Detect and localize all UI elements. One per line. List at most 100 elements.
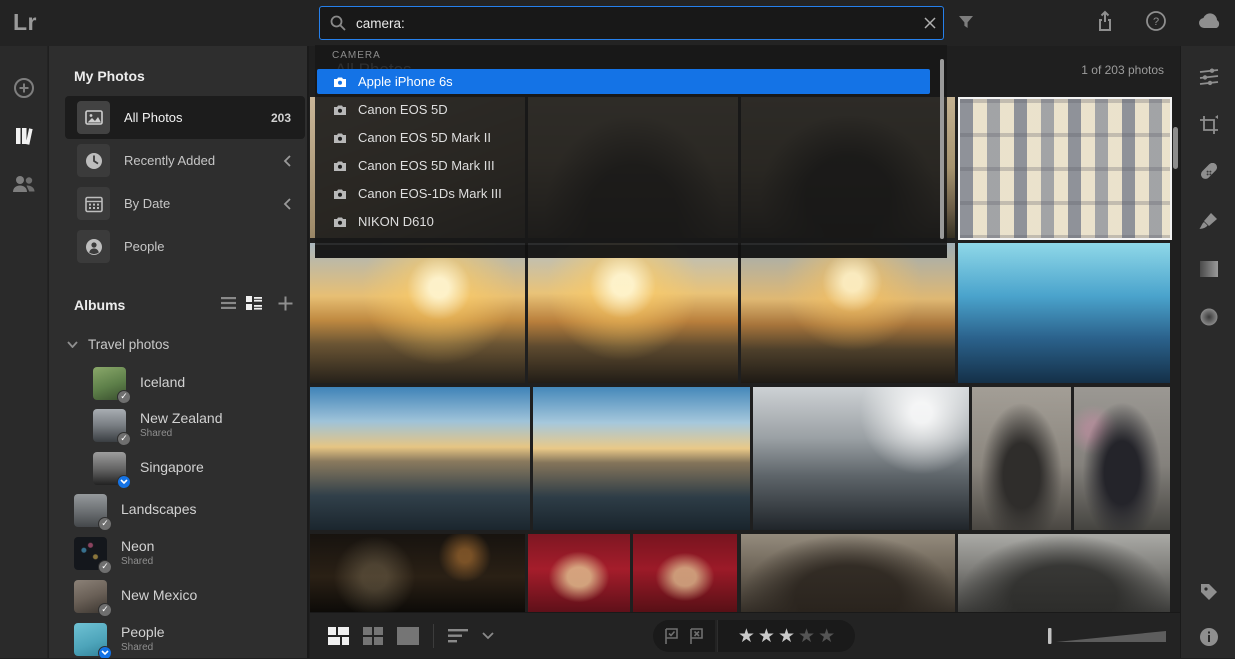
grid-scrollbar[interactable]	[1173, 127, 1178, 169]
photo-thumbnail[interactable]	[741, 534, 955, 612]
search-suggestions-dropdown: CAMERA Apple iPhone 6s Canon EOS 5D Cano…	[315, 45, 947, 258]
album-row-landscapes[interactable]: ✓ Landscapes 15	[74, 490, 309, 530]
help-icon[interactable]: ?	[1145, 10, 1167, 32]
square-grid-view-icon[interactable]	[363, 627, 383, 645]
photo-thumbnail[interactable]	[958, 243, 1170, 383]
photo-thumbnail[interactable]	[310, 534, 525, 612]
search-box[interactable]	[319, 6, 944, 40]
album-row-neon[interactable]: ✓ Neon Shared 7	[74, 533, 309, 573]
album-name: Singapore	[140, 459, 204, 475]
pick-flag-icon[interactable]	[664, 628, 679, 644]
suggestion-canon-eos-5d-mark-ii[interactable]: Canon EOS 5D Mark II	[317, 125, 930, 150]
shared-label: Shared	[121, 642, 309, 653]
album-row-new-mexico[interactable]: ✓ New Mexico 6	[74, 576, 309, 616]
flag-filter-group	[653, 620, 715, 652]
top-bar: Lr ?	[0, 0, 1235, 46]
single-photo-view-icon[interactable]	[397, 627, 419, 645]
info-icon[interactable]	[1199, 627, 1219, 647]
clear-search-icon[interactable]	[917, 10, 943, 36]
keyword-tag-icon[interactable]	[1199, 582, 1219, 602]
photo-thumbnail[interactable]	[633, 534, 737, 612]
album-row-iceland[interactable]: ✓ Iceland 1	[93, 363, 309, 403]
photo-thumbnail[interactable]	[310, 387, 530, 530]
photo-thumbnail[interactable]	[528, 243, 738, 383]
camera-icon	[334, 161, 346, 171]
add-album-icon[interactable]	[278, 296, 293, 311]
photo-thumbnail[interactable]	[1074, 387, 1170, 530]
sidebar-item-label: People	[124, 239, 305, 254]
crop-icon[interactable]	[1199, 115, 1219, 135]
sidebar-item-label: Recently Added	[124, 153, 283, 168]
album-list-view-icon[interactable]	[221, 296, 236, 310]
suggestion-canon-eos-5d-mark-iii[interactable]: Canon EOS 5D Mark III	[317, 153, 930, 178]
synced-badge-icon: ✓	[117, 390, 131, 404]
suggestion-apple-iphone-6s[interactable]: Apple iPhone 6s	[317, 69, 930, 94]
album-name: Iceland	[140, 374, 185, 390]
photo-thumbnail[interactable]	[528, 534, 630, 612]
star-icon[interactable]: ★	[798, 627, 815, 646]
synced-badge-icon: ✓	[98, 603, 112, 617]
people-icon[interactable]	[12, 172, 36, 196]
share-icon[interactable]	[1095, 10, 1115, 32]
thumbnail-size-slider[interactable]	[1048, 627, 1168, 645]
reject-flag-icon[interactable]	[689, 628, 704, 644]
search-input[interactable]	[356, 16, 917, 31]
star-rating-filter: ★ ★ ★ ★ ★	[717, 620, 855, 652]
suggestion-label: Canon EOS 5D Mark III	[358, 158, 495, 173]
photo-thumbnail[interactable]	[753, 387, 969, 530]
syncing-badge-icon	[117, 475, 131, 489]
photo-thumbnail[interactable]	[533, 387, 750, 530]
suggestion-label: Canon EOS 5D	[358, 102, 448, 117]
albums-title: Albums	[74, 297, 125, 313]
chevron-left-icon[interactable]	[283, 155, 291, 167]
svg-text:?: ?	[1153, 16, 1159, 28]
star-icon[interactable]: ★	[778, 627, 795, 646]
healing-brush-icon[interactable]	[1199, 163, 1219, 183]
photo-thumbnail[interactable]	[972, 387, 1071, 530]
photo-thumbnail[interactable]	[741, 243, 955, 383]
library-icon[interactable]	[12, 124, 36, 148]
star-icon[interactable]: ★	[758, 627, 775, 646]
sidebar-item-all-photos[interactable]: All Photos 203	[65, 96, 305, 139]
chevron-down-icon[interactable]	[482, 632, 494, 640]
radial-gradient-icon[interactable]	[1199, 307, 1219, 327]
album-thumbnail	[74, 623, 107, 656]
dropdown-scrollbar[interactable]	[940, 59, 944, 239]
sidebar-item-people[interactable]: People	[65, 225, 305, 268]
album-row-new-zealand[interactable]: ✓ New Zealand Shared 8	[93, 405, 309, 445]
filter-icon[interactable]	[957, 13, 975, 31]
shared-label: Shared	[140, 428, 309, 439]
brush-icon[interactable]	[1199, 211, 1219, 231]
cloud-sync-icon[interactable]	[1197, 12, 1223, 30]
album-thumbnail: ✓	[93, 367, 126, 400]
album-row-people[interactable]: People Shared 13	[74, 619, 309, 658]
sidebar-item-recently-added[interactable]: Recently Added	[65, 139, 305, 182]
photo-count-status: 1 of 203 photos	[1081, 63, 1164, 77]
photo-thumbnail-selected[interactable]	[958, 97, 1172, 240]
linear-gradient-icon[interactable]	[1199, 259, 1219, 279]
photo-grid-view-icon[interactable]	[328, 627, 349, 645]
toolbar-divider	[433, 624, 434, 648]
photo-thumbnail[interactable]	[310, 243, 525, 383]
album-thumbnail: ✓	[74, 494, 107, 527]
album-name: Landscapes	[121, 501, 197, 517]
album-thumb-view-icon[interactable]	[246, 296, 262, 310]
star-icon[interactable]: ★	[738, 627, 755, 646]
suggestion-canon-eos-1ds-mark-iii[interactable]: Canon EOS-1Ds Mark III	[317, 181, 930, 206]
album-folder-travel-photos[interactable]: Travel photos	[67, 337, 169, 352]
search-icon	[330, 15, 346, 31]
add-photos-icon[interactable]	[12, 76, 36, 100]
sort-icon[interactable]	[448, 629, 468, 643]
suggestion-canon-eos-5d[interactable]: Canon EOS 5D	[317, 97, 930, 122]
my-photos-title: My Photos	[74, 68, 145, 84]
suggestion-nikon-d610[interactable]: NIKON D610	[317, 209, 930, 234]
sidebar-item-by-date[interactable]: By Date	[65, 182, 305, 225]
edit-sliders-icon[interactable]	[1199, 67, 1219, 87]
album-row-singapore[interactable]: Singapore 4	[93, 448, 309, 488]
all-photos-icon	[77, 101, 110, 134]
left-rail	[0, 46, 48, 658]
chevron-left-icon[interactable]	[283, 198, 291, 210]
photo-thumbnail[interactable]	[958, 534, 1170, 612]
album-thumbnail	[93, 452, 126, 485]
star-icon[interactable]: ★	[818, 627, 835, 646]
